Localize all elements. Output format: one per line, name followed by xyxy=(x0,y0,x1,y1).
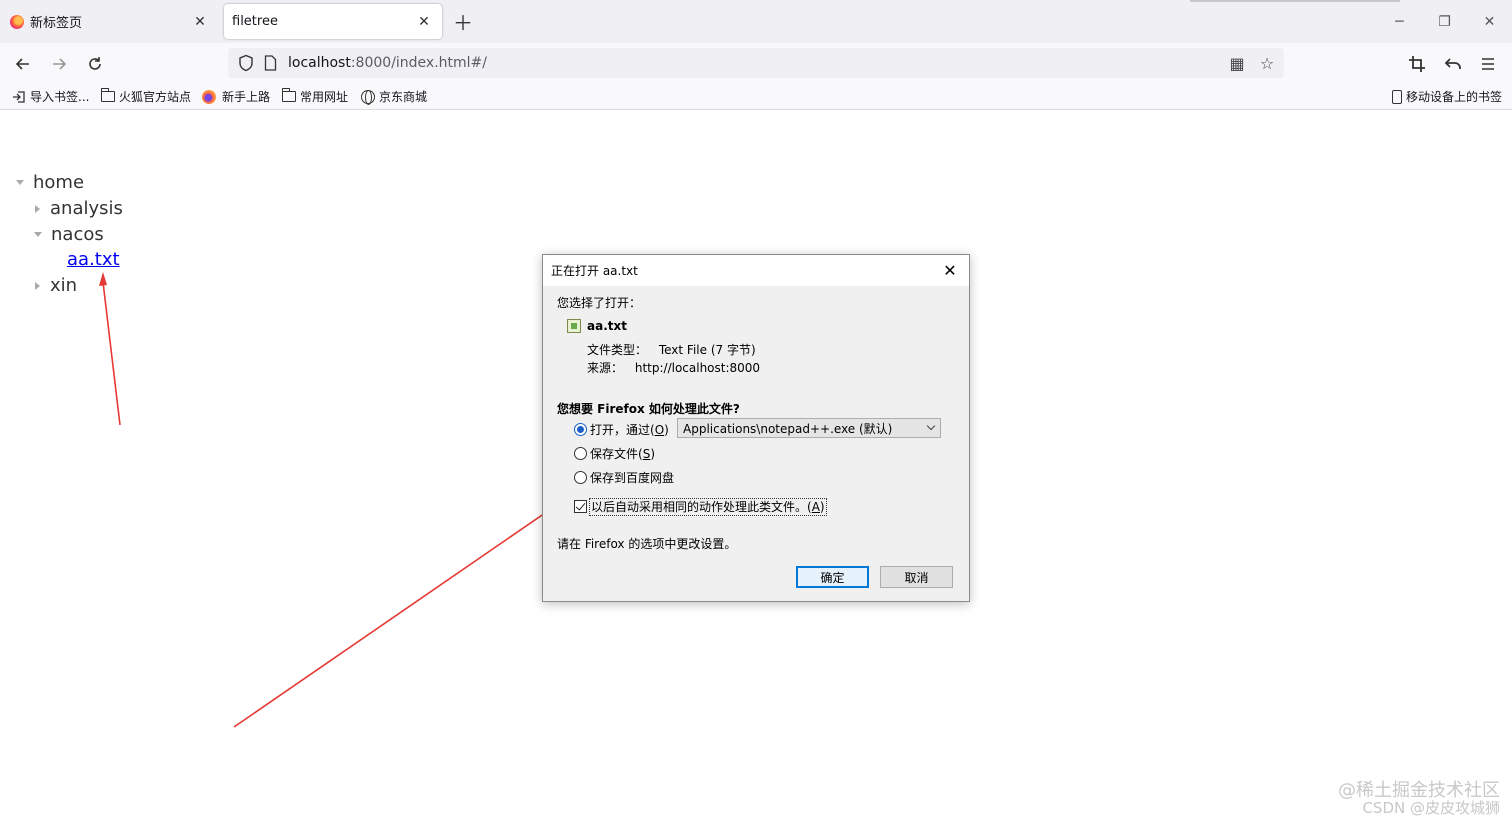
chevron-down-icon xyxy=(926,421,936,431)
file-type-row: 文件类型： Text File (7 字节) xyxy=(587,341,756,358)
accesskey-end: ) xyxy=(664,423,669,437)
dialog-titlebar: 正在打开 aa.txt ✕ xyxy=(543,255,969,286)
auto-handle-label: 以后自动采用相同的动作处理此类文件。( xyxy=(591,500,812,514)
save-file-option[interactable]: 保存文件(S) xyxy=(574,445,655,462)
ok-button[interactable]: 确定 xyxy=(796,566,869,588)
application-select[interactable]: Applications\notepad++.exe (默认) xyxy=(677,418,941,438)
chosen-label: 您选择了打开： xyxy=(557,296,642,310)
radio-unselected[interactable] xyxy=(574,447,587,460)
watermark-csdn: CSDN @皮皮攻城狮 xyxy=(1362,799,1500,817)
accesskey: A xyxy=(811,500,820,514)
dialog-body: 您选择了打开： aa.txt 文件类型： Text File (7 字节) 来源… xyxy=(543,286,969,601)
accesskey-end: ) xyxy=(650,447,655,461)
radio-unselected[interactable] xyxy=(574,471,587,484)
save-baidu-label: 保存到百度网盘 xyxy=(590,471,675,485)
file-type-value: Text File (7 字节) xyxy=(658,343,756,357)
arrow-to-file xyxy=(99,272,121,426)
accesskey: O xyxy=(654,423,665,437)
save-baidu-option[interactable]: 保存到百度网盘 xyxy=(574,469,674,486)
checkbox-checked[interactable] xyxy=(574,500,587,513)
save-file-label: 保存文件( xyxy=(590,447,643,461)
source-label: 来源： xyxy=(587,361,624,375)
radio-selected[interactable] xyxy=(574,423,587,436)
text-file-icon xyxy=(567,319,581,333)
settings-note: 请在 Firefox 的选项中更改设置。 xyxy=(557,537,737,551)
open-with-label: 打开，通过( xyxy=(590,423,655,437)
accesskey-end: ) xyxy=(819,500,825,514)
open-file-dialog: 正在打开 aa.txt ✕ 您选择了打开： aa.txt 文件类型： Text … xyxy=(542,254,970,602)
dialog-title: 正在打开 aa.txt xyxy=(551,264,638,278)
file-type-label: 文件类型： xyxy=(587,343,648,357)
file-name: aa.txt xyxy=(587,319,627,333)
cancel-button[interactable]: 取消 xyxy=(880,566,953,588)
open-with-option[interactable]: 打开，通过(O) xyxy=(574,421,669,438)
source-row: 来源： http://localhost:8000 xyxy=(587,359,760,376)
arrow-to-checkbox xyxy=(233,494,572,728)
source-value: http://localhost:8000 xyxy=(634,361,761,375)
close-icon[interactable]: ✕ xyxy=(939,259,961,281)
handling-question: 您想要 Firefox 如何处理此文件? xyxy=(557,402,740,416)
auto-handle-checkbox[interactable]: 以后自动采用相同的动作处理此类文件。(A) xyxy=(574,498,827,516)
file-name-row: aa.txt xyxy=(567,319,627,333)
selected-application: Applications\notepad++.exe (默认) xyxy=(683,421,893,436)
